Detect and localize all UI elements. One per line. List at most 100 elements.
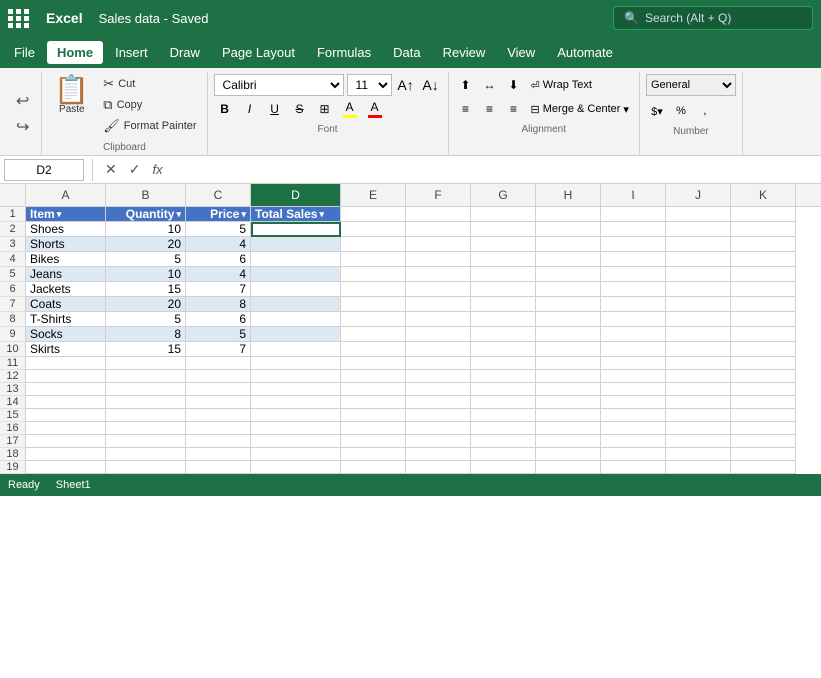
cell-e19[interactable]	[341, 461, 406, 474]
cell-a4[interactable]: Bikes	[26, 252, 106, 267]
cell-b3[interactable]: 20	[106, 237, 186, 252]
cell-j7[interactable]	[666, 297, 731, 312]
cell-h19[interactable]	[536, 461, 601, 474]
number-format-selector[interactable]: General Number Currency Percentage	[646, 74, 736, 96]
cell-k2[interactable]	[731, 222, 796, 237]
cell-c5[interactable]: 4	[186, 267, 251, 282]
cell-a19[interactable]	[26, 461, 106, 474]
col-header-b[interactable]: B	[106, 184, 186, 206]
cell-f7[interactable]	[406, 297, 471, 312]
undo-button[interactable]: ↩	[12, 89, 33, 113]
cell-f11[interactable]	[406, 357, 471, 370]
cell-h1[interactable]	[536, 207, 601, 222]
cell-i6[interactable]	[601, 282, 666, 297]
row-num-7[interactable]: 7	[0, 297, 26, 312]
cell-i7[interactable]	[601, 297, 666, 312]
cell-e10[interactable]	[341, 342, 406, 357]
cell-j16[interactable]	[666, 422, 731, 435]
cell-f10[interactable]	[406, 342, 471, 357]
cell-g15[interactable]	[471, 409, 536, 422]
cell-a17[interactable]	[26, 435, 106, 448]
cell-b14[interactable]	[106, 396, 186, 409]
row-num-2[interactable]: 2	[0, 222, 26, 237]
row-num-10[interactable]: 10	[0, 342, 26, 357]
cell-a8[interactable]: T-Shirts	[26, 312, 106, 327]
cell-d9[interactable]	[251, 327, 341, 342]
cell-j12[interactable]	[666, 370, 731, 383]
cell-g11[interactable]	[471, 357, 536, 370]
cell-f18[interactable]	[406, 448, 471, 461]
cell-k9[interactable]	[731, 327, 796, 342]
cell-j14[interactable]	[666, 396, 731, 409]
cell-h2[interactable]	[536, 222, 601, 237]
cell-d10[interactable]	[251, 342, 341, 357]
cell-a15[interactable]	[26, 409, 106, 422]
cell-h3[interactable]	[536, 237, 601, 252]
formula-input[interactable]	[171, 159, 817, 181]
font-size-selector[interactable]: 118910 12141618	[347, 74, 392, 96]
cell-e15[interactable]	[341, 409, 406, 422]
format-painter-button[interactable]: 🖌 Format Painter	[99, 116, 200, 136]
cell-i15[interactable]	[601, 409, 666, 422]
cell-j9[interactable]	[666, 327, 731, 342]
cell-e1[interactable]	[341, 207, 406, 222]
cell-g1[interactable]	[471, 207, 536, 222]
cell-e6[interactable]	[341, 282, 406, 297]
comma-button[interactable]: ,	[694, 100, 716, 122]
row-num-4[interactable]: 4	[0, 252, 26, 267]
wrap-text-button[interactable]: ⏎ Wrap Text	[527, 74, 596, 96]
align-top-button[interactable]: ⬆	[455, 74, 477, 96]
cell-j18[interactable]	[666, 448, 731, 461]
font-grow-button[interactable]: A↑	[395, 74, 417, 96]
merge-dropdown-icon[interactable]: ▾	[623, 103, 629, 116]
cell-e4[interactable]	[341, 252, 406, 267]
cell-g5[interactable]	[471, 267, 536, 282]
col-header-f[interactable]: F	[406, 184, 471, 206]
row-num-6[interactable]: 6	[0, 282, 26, 297]
cell-i4[interactable]	[601, 252, 666, 267]
cell-k8[interactable]	[731, 312, 796, 327]
cell-f19[interactable]	[406, 461, 471, 474]
cell-c14[interactable]	[186, 396, 251, 409]
cell-h5[interactable]	[536, 267, 601, 282]
col-header-k[interactable]: K	[731, 184, 796, 206]
cell-c7[interactable]: 8	[186, 297, 251, 312]
cell-j4[interactable]	[666, 252, 731, 267]
cell-i13[interactable]	[601, 383, 666, 396]
cell-f2[interactable]	[406, 222, 471, 237]
cell-k6[interactable]	[731, 282, 796, 297]
cell-i10[interactable]	[601, 342, 666, 357]
cell-h9[interactable]	[536, 327, 601, 342]
row-num-18[interactable]: 18	[0, 448, 26, 461]
cell-g4[interactable]	[471, 252, 536, 267]
col-header-d[interactable]: D	[251, 184, 341, 206]
cell-j2[interactable]	[666, 222, 731, 237]
row-num-8[interactable]: 8	[0, 312, 26, 327]
cell-k18[interactable]	[731, 448, 796, 461]
redo-button[interactable]: ↪	[12, 115, 33, 139]
strikethrough-button[interactable]: S	[289, 98, 311, 120]
font-shrink-button[interactable]: A↓	[420, 74, 442, 96]
col-header-a[interactable]: A	[26, 184, 106, 206]
cell-c15[interactable]	[186, 409, 251, 422]
cell-h13[interactable]	[536, 383, 601, 396]
cell-e16[interactable]	[341, 422, 406, 435]
col-header-j[interactable]: J	[666, 184, 731, 206]
cell-f9[interactable]	[406, 327, 471, 342]
bold-button[interactable]: B	[214, 98, 236, 120]
cell-j10[interactable]	[666, 342, 731, 357]
cell-d2[interactable]	[251, 222, 341, 237]
enter-formula-button[interactable]: ✓	[125, 161, 145, 178]
copy-button[interactable]: ⧉ Copy	[99, 95, 200, 115]
cell-b5[interactable]: 10	[106, 267, 186, 282]
row-num-16[interactable]: 16	[0, 422, 26, 435]
cell-a14[interactable]	[26, 396, 106, 409]
cell-e7[interactable]	[341, 297, 406, 312]
cell-i18[interactable]	[601, 448, 666, 461]
cell-c1[interactable]: Price ▾	[186, 207, 251, 222]
cell-c6[interactable]: 7	[186, 282, 251, 297]
search-box[interactable]: 🔍 Search (Alt + Q)	[613, 6, 813, 30]
menu-file[interactable]: File	[4, 41, 45, 64]
row-num-19[interactable]: 19	[0, 461, 26, 474]
cell-f8[interactable]	[406, 312, 471, 327]
